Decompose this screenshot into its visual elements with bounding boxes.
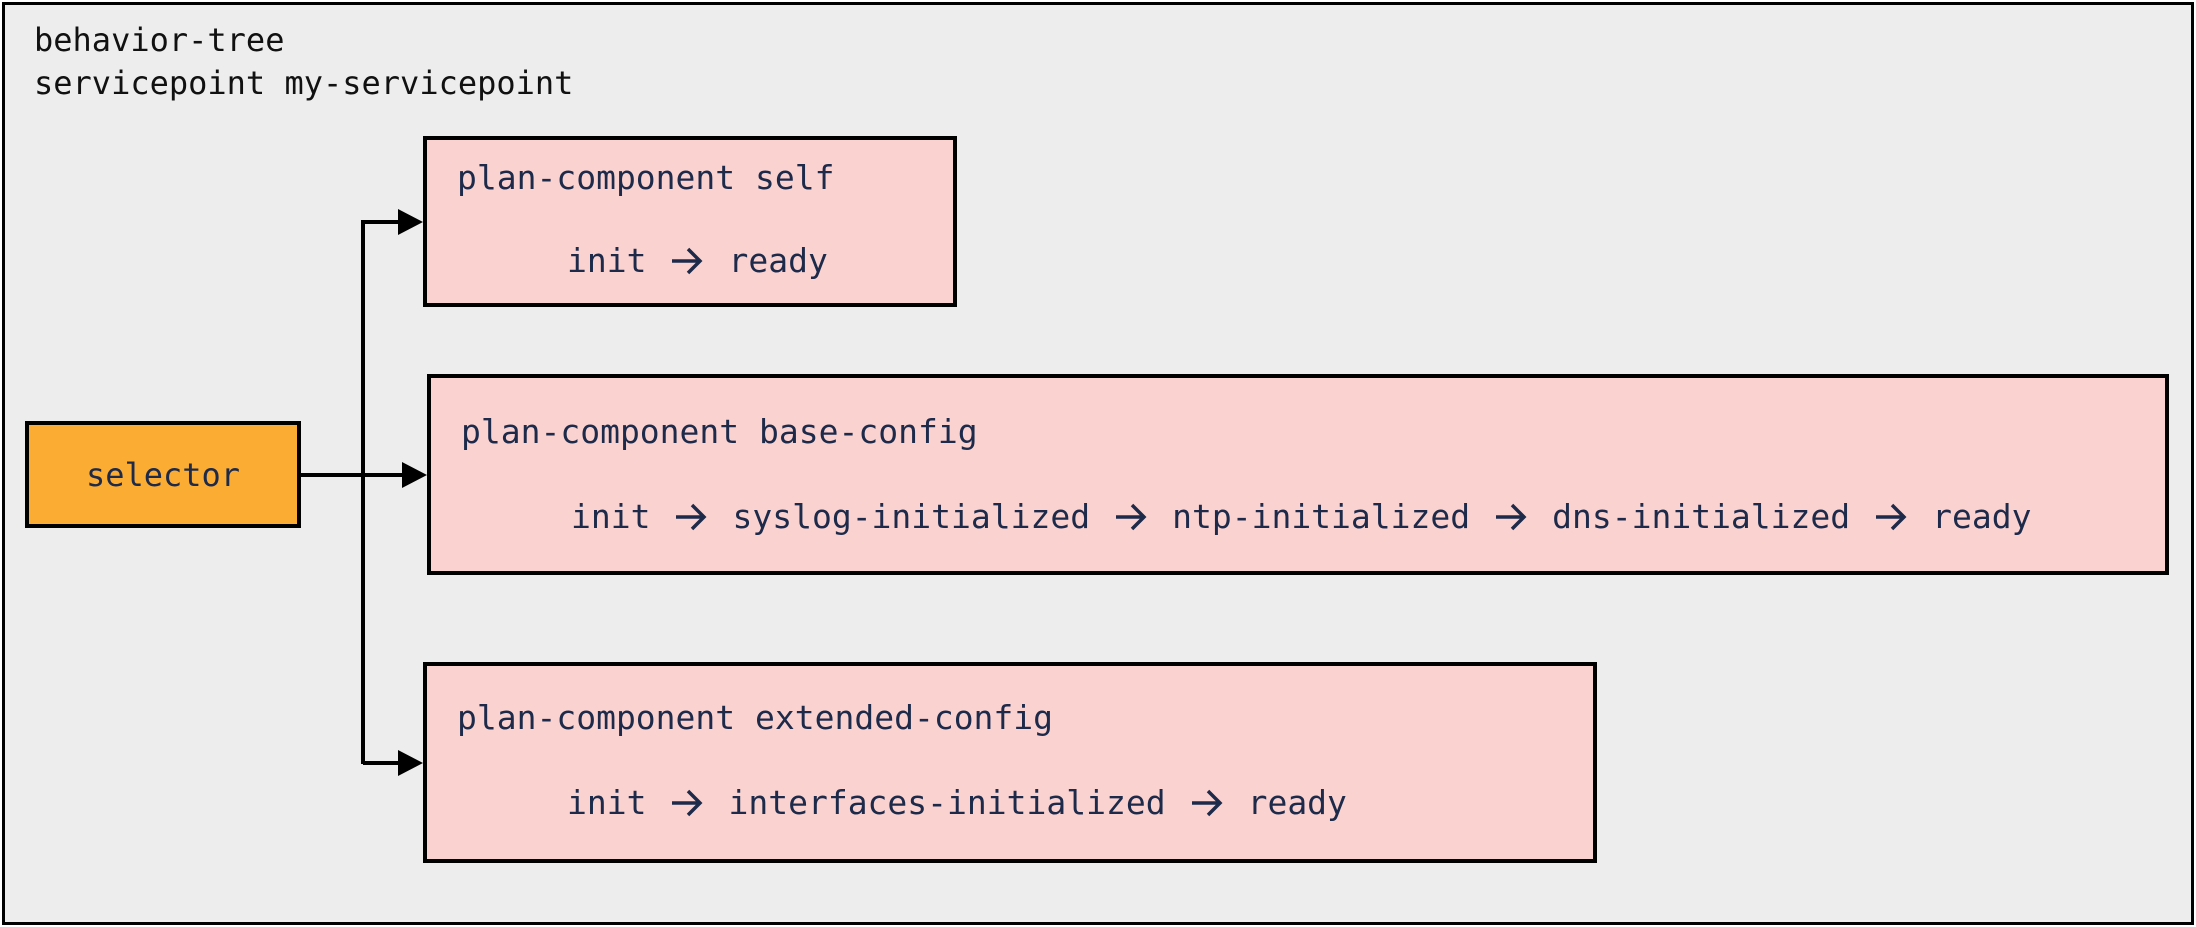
arrowhead-icon xyxy=(398,750,423,776)
right-arrow-icon xyxy=(676,503,707,531)
state-label: init xyxy=(567,783,647,822)
component-title: plan-component self xyxy=(457,158,835,197)
right-arrow-icon xyxy=(1116,503,1147,531)
component-title: plan-component base-config xyxy=(461,412,978,451)
selector-node: selector xyxy=(25,421,301,528)
state-label: interfaces-initialized xyxy=(728,783,1166,822)
state-label: syslog-initialized xyxy=(732,497,1091,536)
arrowhead-icon xyxy=(398,209,423,235)
plan-component-base-config: plan-component base-config init syslog-i… xyxy=(427,374,2169,575)
state-label: ready xyxy=(728,241,828,280)
right-arrow-icon xyxy=(1191,789,1223,817)
state-label: init xyxy=(567,241,647,280)
state-label: dns-initialized xyxy=(1552,497,1851,536)
state-label: init xyxy=(571,497,651,536)
right-arrow-icon xyxy=(1876,503,1907,531)
right-arrow-icon xyxy=(672,247,703,275)
state-sequence: init syslog-initialized ntp-initialized … xyxy=(571,497,2031,537)
state-label: ntp-initialized xyxy=(1172,497,1471,536)
state-sequence: init interfaces-initialized ready xyxy=(567,783,1347,823)
right-arrow-icon xyxy=(672,789,703,817)
state-label: ready xyxy=(1932,497,2032,536)
selector-label: selector xyxy=(85,455,241,494)
plan-component-extended-config: plan-component extended-config init inte… xyxy=(423,662,1597,863)
right-arrow-icon xyxy=(1496,503,1527,531)
component-title: plan-component extended-config xyxy=(457,698,1054,737)
plan-component-self: plan-component self init ready xyxy=(423,136,957,307)
arrowhead-icon xyxy=(402,462,427,488)
state-label: ready xyxy=(1247,783,1347,822)
state-sequence: init ready xyxy=(567,241,828,281)
